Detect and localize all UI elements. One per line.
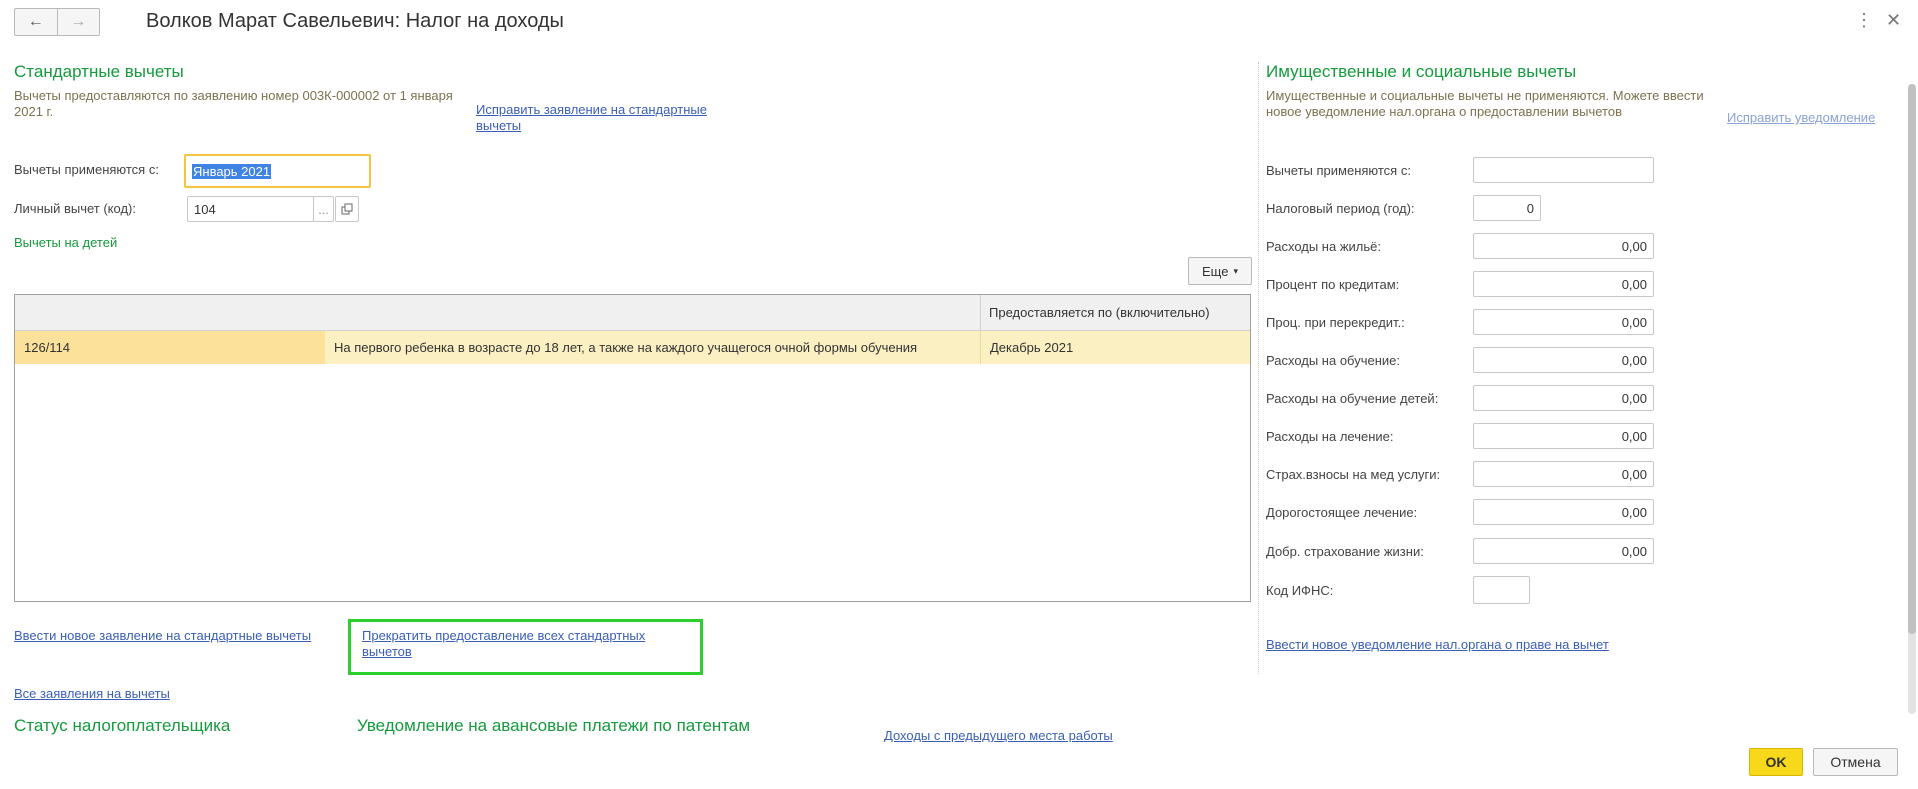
- field-label-refinance-interest: Проц. при перекредит.:: [1266, 315, 1405, 330]
- tax-period-label: Налоговый период (год):: [1266, 201, 1415, 216]
- forward-arrow-icon[interactable]: →: [56, 9, 100, 35]
- cell-end: Декабрь 2021: [980, 331, 1073, 364]
- previous-job-income-link[interactable]: Доходы с предыдущего места работы: [884, 728, 1113, 742]
- standard-deductions-title: Стандартные вычеты: [14, 62, 184, 81]
- field-label-education: Расходы на обучение:: [1266, 353, 1401, 368]
- personal-deduction-value: 104: [194, 201, 216, 217]
- ok-button[interactable]: OK: [1749, 748, 1803, 776]
- fix-standard-application-link[interactable]: Исправить заявление на стандартные вычет…: [476, 102, 746, 134]
- select-button[interactable]: ...: [313, 196, 334, 222]
- apply-from-value: Январь 2021: [192, 163, 272, 179]
- children-deductions-table: Предоставляется по (включительно) 126/11…: [14, 294, 1251, 602]
- field-label-children-education: Расходы на обучение детей:: [1266, 391, 1439, 406]
- field-input-children-education[interactable]: 0,00: [1473, 385, 1654, 411]
- tax-period-input[interactable]: 0: [1473, 195, 1541, 221]
- chevron-down-icon: ▾: [1233, 265, 1238, 276]
- close-icon[interactable]: ✕: [1886, 10, 1901, 31]
- field-input-expensive-treatment[interactable]: 0,00: [1473, 499, 1654, 525]
- all-applications-link[interactable]: Все заявления на вычеты: [14, 686, 170, 702]
- open-button[interactable]: [335, 196, 359, 222]
- more-menu-icon[interactable]: ⋮: [1855, 10, 1873, 31]
- new-tax-notice-link[interactable]: Ввести новое уведомление нал.органа о пр…: [1266, 637, 1609, 653]
- stop-all-standard-deductions-link[interactable]: Прекратить предоставление всех стандартн…: [362, 628, 692, 660]
- children-deductions-link[interactable]: Вычеты на детей: [14, 235, 117, 250]
- field-input-housing[interactable]: 0,00: [1473, 233, 1654, 259]
- window-title: Волков Марат Савельевич: Налог на доходы: [146, 10, 564, 32]
- field-label-medical-insurance: Страх.взносы на мед услуги:: [1266, 467, 1441, 482]
- field-label-expensive-treatment: Дорогостоящее лечение:: [1266, 505, 1418, 520]
- column-header-end[interactable]: Предоставляется по (включительно): [980, 295, 1251, 330]
- column-divider: [1258, 62, 1259, 674]
- open-window-icon: [341, 203, 353, 215]
- field-input-loan-interest[interactable]: 0,00: [1473, 271, 1654, 297]
- property-deductions-note: Имущественные и социальные вычеты не при…: [1266, 88, 1704, 119]
- ifns-code-label: Код ИФНС:: [1266, 583, 1334, 598]
- patent-notification-title: Уведомление на авансовые платежи по пате…: [357, 716, 751, 735]
- more-button-label: Еще: [1202, 263, 1229, 279]
- more-button[interactable]: Еще ▾: [1188, 257, 1252, 285]
- field-label-treatment: Расходы на лечение:: [1266, 429, 1394, 444]
- field-label-housing: Расходы на жильё:: [1266, 239, 1381, 254]
- taxpayer-status-title: Статус налогоплательщика: [14, 716, 231, 735]
- field-input-life-insurance[interactable]: 0,00: [1473, 538, 1654, 564]
- field-input-treatment[interactable]: 0,00: [1473, 423, 1654, 449]
- field-input-education[interactable]: 0,00: [1473, 347, 1654, 373]
- field-input-medical-insurance[interactable]: 0,00: [1473, 461, 1654, 487]
- new-standard-application-link[interactable]: Ввести новое заявление на стандартные вы…: [14, 628, 314, 644]
- standard-deductions-note: Вычеты предоставляются по заявлению номе…: [14, 88, 453, 119]
- property-deductions-title: Имущественные и социальные вычеты: [1266, 62, 1577, 81]
- personal-deduction-input[interactable]: 104: [187, 196, 314, 222]
- navigation-buttons: ← →: [14, 8, 100, 36]
- prev-income-link-wrap: Доходы с предыдущего места работы: [884, 728, 1113, 742]
- field-label-life-insurance: Добр. страхование жизни:: [1266, 544, 1424, 559]
- ifns-code-input[interactable]: [1473, 576, 1530, 604]
- personal-deduction-label: Личный вычет (код):: [14, 201, 136, 216]
- scrollbar-thumb[interactable]: [1908, 84, 1916, 634]
- ellipsis-icon: ...: [318, 201, 329, 217]
- apply-from-label: Вычеты применяются с:: [14, 162, 159, 177]
- fix-notice-link[interactable]: Исправить уведомление: [1727, 110, 1875, 125]
- cell-code: 126/114: [15, 331, 325, 364]
- property-apply-from-input[interactable]: [1473, 157, 1654, 183]
- cancel-button[interactable]: Отмена: [1813, 748, 1898, 776]
- vertical-scrollbar[interactable]: [1908, 84, 1916, 714]
- property-apply-from-label: Вычеты применяются с:: [1266, 163, 1411, 178]
- back-arrow-icon[interactable]: ←: [15, 9, 57, 35]
- apply-from-input[interactable]: Январь 2021: [184, 154, 371, 188]
- table-row[interactable]: 126/114 На первого ребенка в возрасте до…: [15, 331, 1250, 364]
- cell-description: На первого ребенка в возрасте до 18 лет,…: [334, 340, 918, 355]
- field-label-loan-interest: Процент по кредитам:: [1266, 277, 1400, 292]
- field-input-refinance-interest[interactable]: 0,00: [1473, 309, 1654, 335]
- table-header: Предоставляется по (включительно): [15, 295, 1250, 331]
